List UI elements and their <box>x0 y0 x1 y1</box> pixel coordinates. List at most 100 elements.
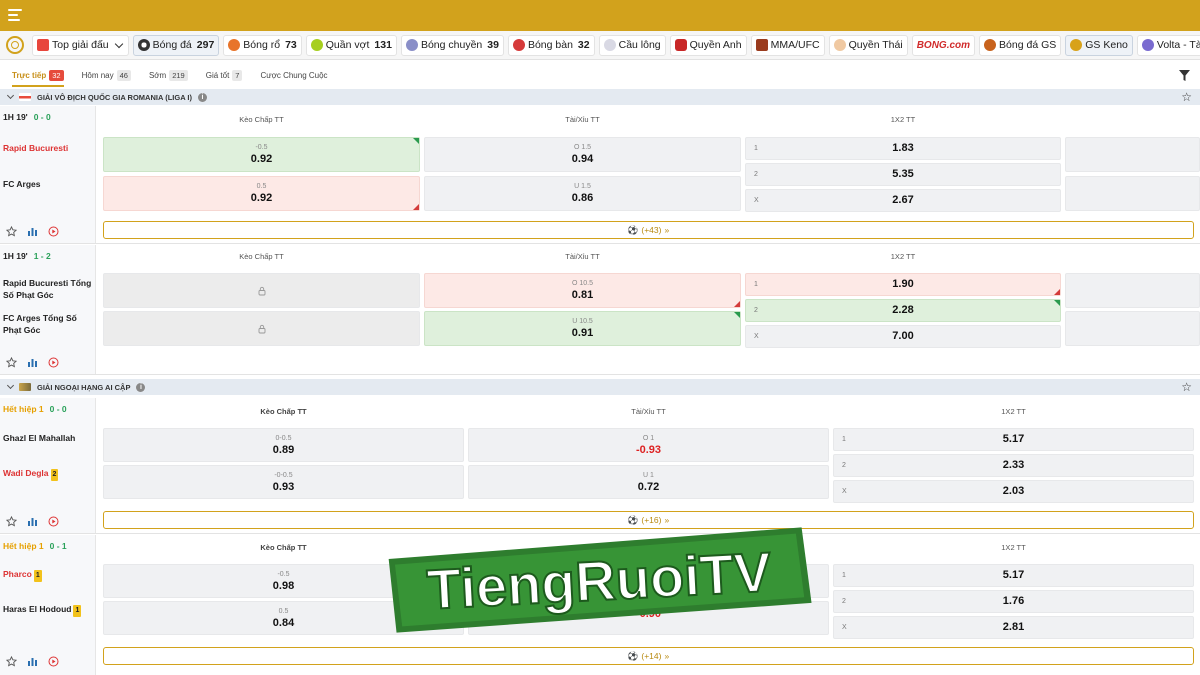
odds-cell[interactable]: X 2.81 <box>833 616 1194 639</box>
tab-live[interactable]: Trực tiếp 32 <box>12 62 64 88</box>
odds-cell[interactable]: U 10.5 0.91 <box>424 311 741 346</box>
star-icon[interactable]: ☆ <box>1181 380 1192 394</box>
match-row: 1H 19' 1 - 2 Rapid Bucuresti Tổng Số Phạt… <box>0 245 1200 375</box>
tab-best-price[interactable]: Giá tốt 7 <box>206 62 243 88</box>
match-info: Hết hiệp 1 0 - 0 Ghazl El Mahallah Wadi D… <box>0 398 96 533</box>
odds-cell[interactable]: 2 1.76 <box>833 590 1194 613</box>
odds-cell[interactable]: 1 1.90 <box>745 273 1061 296</box>
tab-early[interactable]: Sớm 219 <box>149 62 188 88</box>
odds-cell[interactable]: 0-0.5 0.89 <box>103 428 464 462</box>
col-header-overunder: Tài/Xỉu TT <box>565 115 600 124</box>
odds-cell[interactable]: -0-0.5 0.93 <box>103 465 464 499</box>
yellow-card-count: 1 <box>33 570 42 582</box>
volleyball-icon <box>405 39 418 51</box>
stats-icon[interactable] <box>27 226 38 237</box>
odds-cell[interactable]: -0.5 0.92 <box>103 137 420 172</box>
double-chevron-right-icon: » <box>664 515 670 525</box>
home-team: Ghazl El Mahallah <box>3 433 76 443</box>
odds-cell[interactable]: X 7.00 <box>745 325 1061 348</box>
col-header-1x2: 1X2 TT <box>1001 543 1026 552</box>
sport-basketball[interactable]: Bóng rổ 73 <box>223 34 302 56</box>
filter-icon[interactable] <box>1176 67 1192 83</box>
league-logo <box>19 93 31 101</box>
tab-today[interactable]: Hôm nay 46 <box>82 62 131 88</box>
odds-cell[interactable]: 2 2.28 <box>745 299 1061 322</box>
stats-icon[interactable] <box>27 516 38 527</box>
live-stream-icon[interactable] <box>48 226 59 237</box>
odds-cell[interactable]: 2 5.35 <box>745 163 1061 186</box>
match-row: Hết hiệp 1 0 - 0 Ghazl El Mahallah Wadi D… <box>0 398 1200 534</box>
odds-cell-empty[interactable] <box>1065 273 1200 308</box>
info-icon[interactable]: i <box>198 92 207 102</box>
league-header-egypt[interactable]: GIẢI NGOẠI HẠNG AI CẬP i ☆ <box>0 379 1200 395</box>
odds-cell[interactable]: O 1 -0.93 <box>468 428 829 462</box>
sport-boxing[interactable]: Quyền Anh <box>669 34 747 56</box>
keno-icon <box>1070 39 1083 51</box>
odds-cell-empty[interactable] <box>1065 176 1200 211</box>
live-stream-icon[interactable] <box>48 516 59 527</box>
star-icon[interactable]: ☆ <box>1181 90 1192 104</box>
match-time: 1H 19' <box>3 251 28 261</box>
odds-cell[interactable]: 1 5.17 <box>833 428 1194 451</box>
gs-football-icon <box>984 39 997 51</box>
sport-volleyball[interactable]: Bóng chuyền 39 <box>400 34 504 56</box>
odds-cell[interactable]: U 1 0.72 <box>468 465 829 499</box>
double-chevron-right-icon: » <box>664 225 670 235</box>
sport-volta[interactable]: Volta - Tài Xỉu Bó <box>1136 34 1200 56</box>
filter-tabs: Trực tiếp 32 Hôm nay 46 Sớm 219 Giá tốt 7 Cư… <box>0 62 1200 88</box>
away-team: FC Arges <box>3 179 41 189</box>
match-score: 1 - 2 <box>33 251 51 261</box>
info-icon[interactable]: i <box>136 382 146 392</box>
away-team: Haras El Hodoud 1 <box>3 603 95 617</box>
odds-cell-empty[interactable] <box>1065 137 1200 172</box>
stats-icon[interactable] <box>27 357 38 368</box>
sport-muay-thai[interactable]: Quyền Thái <box>828 34 908 56</box>
stats-icon[interactable] <box>27 656 38 667</box>
odds-cell[interactable]: X 2.03 <box>833 480 1194 503</box>
odds-cell[interactable]: 2 2.33 <box>833 454 1194 477</box>
odds-cell[interactable]: U 1.5 0.86 <box>424 176 741 211</box>
sport-gs-keno[interactable]: GS Keno <box>1065 34 1133 56</box>
favorite-star-icon[interactable] <box>6 516 17 527</box>
sport-football-gs[interactable]: Bóng đá GS <box>979 34 1062 56</box>
more-markets-button[interactable]: ⚽ (+43)» <box>103 221 1194 239</box>
odds-cell[interactable]: O 1.5 0.94 <box>424 137 741 172</box>
odds-down-indicator <box>734 301 740 307</box>
sport-mma[interactable]: MMA/UFC <box>750 34 825 56</box>
favorite-star-icon[interactable] <box>6 656 17 667</box>
odds-cell[interactable]: 0.5 0.92 <box>103 176 420 211</box>
odds-cell[interactable]: X 2.67 <box>745 189 1061 212</box>
odds-cell-empty[interactable] <box>1065 311 1200 346</box>
sport-bong-brand[interactable]: BONG.com <box>911 34 976 56</box>
live-stream-icon[interactable] <box>48 357 59 368</box>
boxing-glove-icon <box>674 39 687 51</box>
mma-glove-icon <box>755 39 768 51</box>
sport-football[interactable]: Bóng đá 297 <box>132 34 220 56</box>
favorite-star-icon[interactable] <box>6 226 17 237</box>
lock-icon <box>258 324 265 333</box>
search-icon[interactable] <box>6 36 24 54</box>
league-name: GIẢI NGOẠI HẠNG AI CẬP <box>37 382 131 392</box>
odds-cell[interactable]: 1 1.83 <box>745 137 1061 160</box>
menu-icon[interactable] <box>8 9 22 21</box>
col-header-overunder: Tài/Xỉu TT <box>565 252 600 261</box>
col-header-1x2: 1X2 TT <box>1001 407 1026 416</box>
away-team: Wadi Degla 2 <box>3 467 95 481</box>
muay-thai-icon <box>833 39 846 51</box>
sport-badminton[interactable]: Cầu lông <box>598 34 666 56</box>
league-header-romania[interactable]: GIẢI VÔ ĐỊCH QUỐC GIA ROMANIA (LIGA I) i… <box>0 89 1200 105</box>
yellow-card-count: 1 <box>73 605 82 617</box>
odds-cell[interactable]: O 10.5 0.81 <box>424 273 741 308</box>
sport-tennis[interactable]: Quần vợt 131 <box>305 34 397 56</box>
sport-table-tennis[interactable]: Bóng bàn 32 <box>507 34 595 56</box>
live-stream-icon[interactable] <box>48 656 59 667</box>
sport-top-leagues[interactable]: Top giải đấu <box>32 34 129 56</box>
more-markets-button[interactable]: ⚽ (+14)» <box>103 647 1194 665</box>
more-markets-button[interactable]: ⚽ (+16)» <box>103 511 1194 529</box>
tab-outright[interactable]: Cược Chung Cuộc <box>260 62 327 88</box>
match-time: Hết hiệp 1 <box>3 404 44 414</box>
favorite-star-icon[interactable] <box>6 357 17 368</box>
match-info: 1H 19' 0 - 0 Rapid Bucuresti FC Arges <box>0 106 96 243</box>
match-time: 1H 19' <box>3 112 28 122</box>
odds-cell[interactable]: 1 5.17 <box>833 564 1194 587</box>
